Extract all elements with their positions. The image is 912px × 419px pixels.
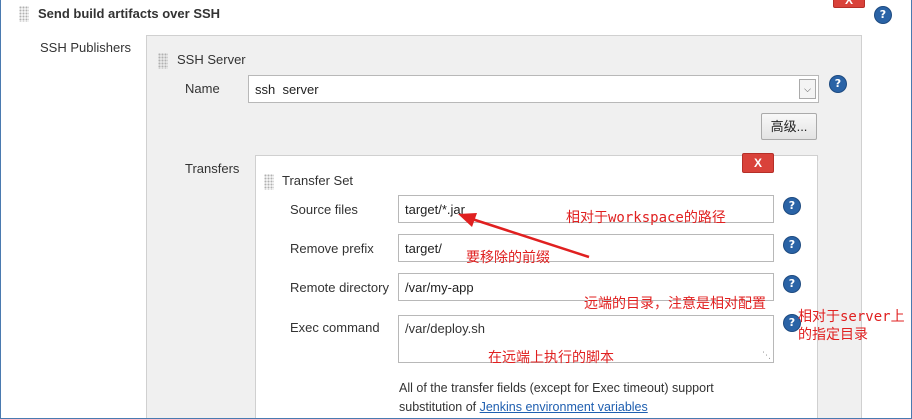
source-files-label: Source files bbox=[290, 202, 358, 217]
env-vars-link[interactable]: Jenkins environment variables bbox=[480, 400, 648, 414]
server-name-value: ssh server bbox=[255, 81, 319, 97]
annotation-remote-side-2: 的指定目录 bbox=[798, 327, 868, 343]
drag-handle-icon[interactable] bbox=[19, 6, 29, 22]
ssh-publishers-label: SSH Publishers bbox=[40, 40, 132, 55]
ssh-server-heading: SSH Server bbox=[177, 52, 246, 67]
chevron-down-icon: ⌵ bbox=[799, 79, 816, 99]
annotation-remote-dir: 远端的目录，注意是相对配置 bbox=[584, 296, 766, 312]
remove-prefix-value: target/ bbox=[405, 240, 442, 256]
name-help-icon[interactable]: ? bbox=[830, 76, 846, 92]
remove-prefix-label: Remove prefix bbox=[290, 241, 374, 256]
transfers-label: Transfers bbox=[185, 161, 240, 176]
annotation-arrow-head bbox=[458, 213, 477, 227]
annotation-source-path: 相对于workspace的路径 bbox=[566, 210, 726, 226]
exec-command-value: /var/deploy.sh bbox=[405, 321, 485, 336]
section-help-icon[interactable]: ? bbox=[875, 7, 891, 23]
annotation-remote-side-1: 相对于server上 bbox=[798, 309, 905, 325]
section-title: Send build artifacts over SSH bbox=[38, 6, 221, 21]
remove-prefix-help-icon[interactable]: ? bbox=[784, 237, 800, 253]
resize-handle-icon[interactable]: ⋱ bbox=[762, 350, 771, 361]
transfer-fields-note: All of the transfer fields (except for E… bbox=[399, 379, 759, 417]
transfer-set-heading: Transfer Set bbox=[282, 173, 354, 188]
exec-command-label: Exec command bbox=[290, 320, 380, 335]
remote-directory-value: /var/my-app bbox=[405, 279, 474, 295]
source-files-help-icon[interactable]: ? bbox=[784, 198, 800, 214]
annotation-remove-prefix: 要移除的前缀 bbox=[466, 250, 550, 266]
remote-directory-help-icon[interactable]: ? bbox=[784, 276, 800, 292]
ssh-publisher-config: Send build artifacts over SSH X ? SSH Pu… bbox=[0, 0, 912, 419]
delete-transfer-set-button[interactable]: X bbox=[742, 153, 774, 173]
drag-handle-icon[interactable] bbox=[264, 174, 274, 190]
drag-handle-icon[interactable] bbox=[158, 53, 168, 69]
annotation-exec-script: 在远端上执行的脚本 bbox=[488, 350, 614, 366]
delete-section-button[interactable]: X bbox=[833, 0, 865, 8]
name-label: Name bbox=[185, 81, 220, 96]
server-name-select[interactable]: ssh server ⌵ bbox=[248, 75, 819, 103]
advanced-button[interactable]: 高级... bbox=[761, 113, 817, 140]
remote-directory-label: Remote directory bbox=[290, 280, 389, 295]
